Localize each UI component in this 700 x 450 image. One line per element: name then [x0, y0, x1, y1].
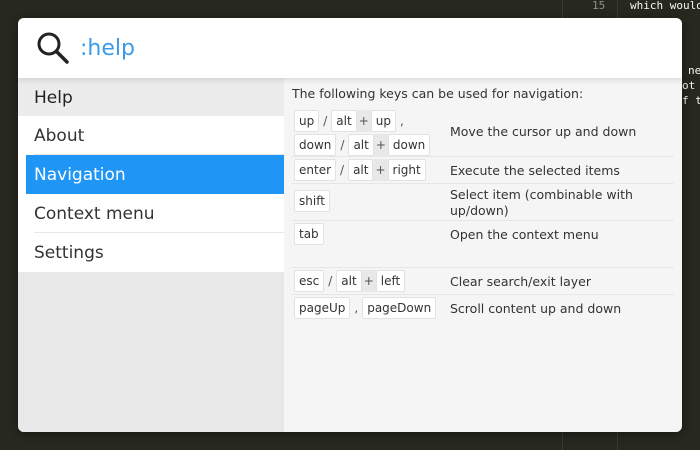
key-description: Select item (combinable with up/down) — [450, 187, 633, 218]
help-intro: The following keys can be used for navig… — [292, 86, 584, 101]
key-label: down — [387, 134, 431, 156]
key-row: shift Select item (combinable with up/do… — [292, 184, 674, 221]
key-combo: up / alt + up, down / alt + down — [294, 110, 442, 158]
key-row: pageUp, pageDown Scroll content up and do… — [292, 295, 674, 322]
key-label: alt — [348, 159, 374, 181]
key-label: alt — [331, 110, 357, 132]
key-description: Scroll content up and down — [450, 301, 622, 316]
key-separator: / — [328, 274, 333, 288]
key-combo: pageUp, pageDown — [294, 297, 442, 321]
key-label: down — [294, 134, 337, 156]
key-description: Execute the selected items — [450, 163, 620, 178]
key-label: tab — [294, 223, 324, 245]
key-separator: / — [323, 114, 328, 128]
sidebar-item-navigation[interactable]: Navigation — [26, 155, 284, 194]
key-combo: shift — [294, 190, 442, 214]
editor-line-number: 15 — [592, 0, 606, 12]
editor-code-line: which would — [630, 0, 700, 12]
key-label: left — [375, 270, 406, 292]
key-description: Open the context menu — [450, 227, 599, 242]
key-label: shift — [294, 190, 330, 212]
sidebar-item-label: Settings — [34, 243, 104, 263]
sidebar-item-settings[interactable]: Settings — [18, 233, 284, 272]
sidebar-item-label: About — [34, 126, 85, 146]
key-description: Move the cursor up and down — [450, 124, 637, 139]
key-plus: + — [356, 110, 371, 132]
key-combo: esc / alt + left — [294, 270, 442, 294]
key-description: Clear search/exit layer — [450, 274, 591, 289]
key-combo: tab — [294, 223, 442, 247]
editor-code-line: f t — [682, 94, 700, 107]
sidebar-list: About Navigation Context menu Settings — [18, 116, 284, 272]
sidebar-item-label: Navigation — [34, 165, 126, 185]
sidebar-item-label: Context menu — [34, 204, 155, 224]
key-separator: / — [340, 138, 345, 152]
key-plus: + — [373, 134, 388, 156]
key-separator: / — [340, 163, 345, 177]
key-plus: + — [373, 159, 388, 181]
key-row: enter / alt + right Execute the selected ite… — [292, 157, 674, 184]
help-sidebar: Help About Navigation Context menu Setti… — [18, 78, 284, 432]
sidebar-item-context-menu[interactable]: Context menu — [18, 194, 284, 233]
key-row: up / alt + up, down / alt + down Move the cursor… — [292, 108, 674, 157]
key-plus: + — [361, 270, 376, 292]
help-content: The following keys can be used for navig… — [284, 78, 682, 432]
command-palette: Help About Navigation Context menu Setti… — [18, 18, 682, 432]
sidebar-item-about[interactable]: About — [18, 116, 284, 155]
key-label: alt — [348, 134, 374, 156]
key-label: up — [294, 110, 320, 132]
search-bar — [18, 18, 682, 78]
editor-code-line: ne — [688, 64, 700, 77]
key-row: tab Open the context menu — [292, 221, 674, 268]
search-icon — [37, 32, 69, 64]
editor-code-line: ot — [682, 79, 696, 92]
key-separator: , — [399, 114, 404, 128]
key-combo: enter / alt + right — [294, 159, 442, 183]
key-label: enter — [294, 159, 337, 181]
key-label: pageUp — [294, 297, 351, 319]
sidebar-header: Help — [18, 78, 284, 116]
key-label: right — [387, 159, 426, 181]
key-label: up — [370, 110, 396, 132]
key-separator: , — [354, 301, 359, 315]
key-label: alt — [336, 270, 362, 292]
key-label: pageDown — [362, 297, 437, 319]
key-row: esc / alt + left Clear search/exit layer — [292, 268, 674, 295]
search-input[interactable] — [80, 32, 640, 64]
key-label: esc — [294, 270, 325, 292]
